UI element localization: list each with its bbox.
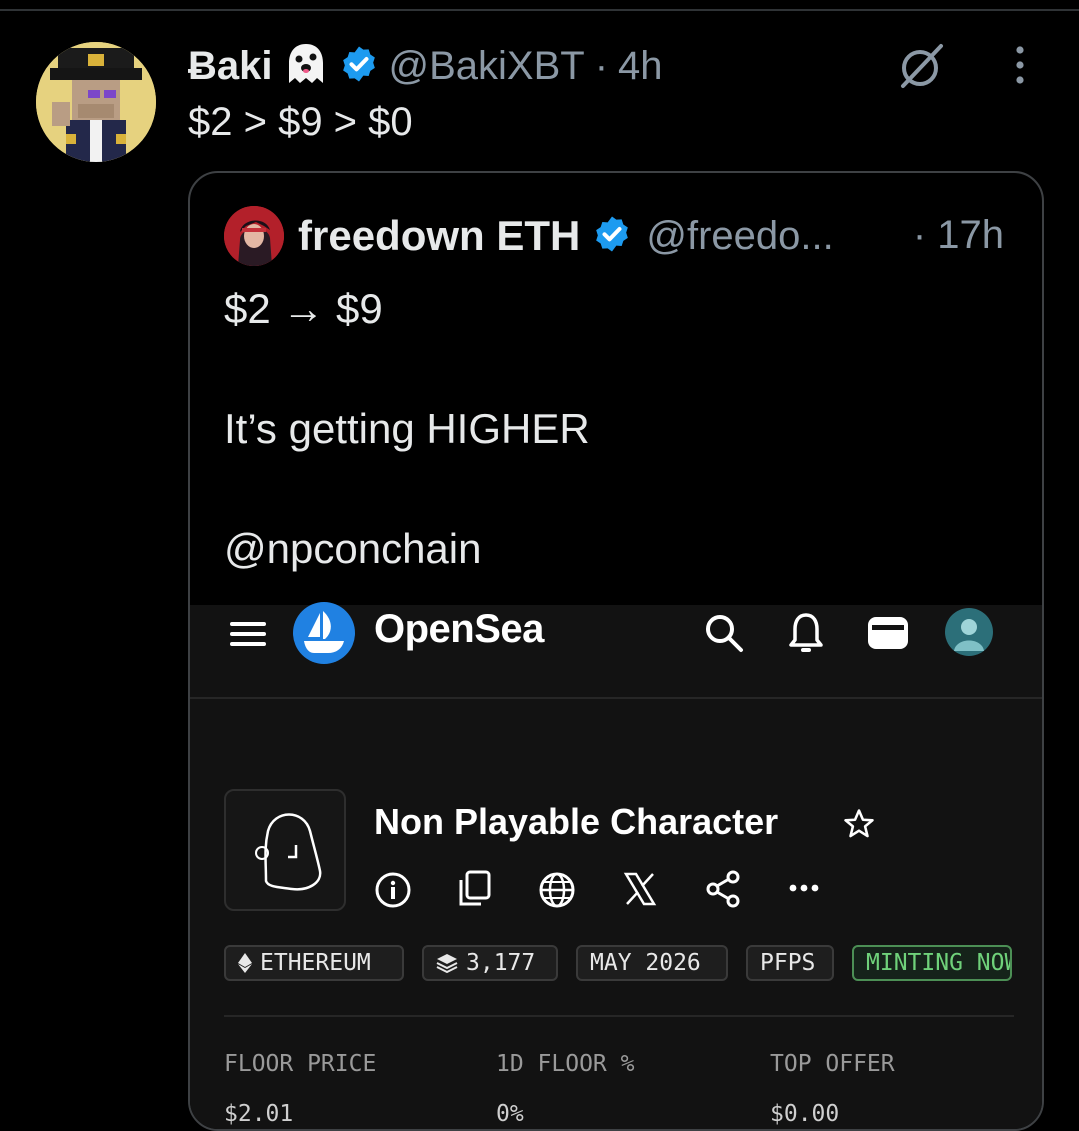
author-handle[interactable]: @BakiXBT (389, 44, 585, 89)
star-icon (844, 809, 874, 838)
info-icon (375, 872, 411, 908)
verified-badge-icon (339, 44, 379, 89)
floor-price-label: FLOOR PRICE (224, 1051, 377, 1077)
layers-icon (436, 954, 458, 974)
quoted-media-image[interactable]: OpenSea Non Playable Character ETHEREUM … (190, 602, 1042, 1129)
items-count-chip-label: 3,177 (466, 950, 536, 976)
stats-divider (224, 1015, 1014, 1017)
date-chip: MAY 2026 (576, 945, 728, 981)
hamburger-menu-icon (230, 622, 266, 646)
quoted-tweet-header: freedown ETH @freedo... (224, 205, 834, 267)
quoted-mention[interactable]: @npconchain (224, 525, 481, 573)
quoted-text-line-2: It’s getting HIGHER (224, 405, 590, 452)
x-logo-icon (623, 872, 657, 906)
minting-status-chip: MINTING NOW (852, 945, 1012, 981)
date-chip-label: MAY 2026 (590, 950, 701, 976)
floor-price-value: $2.01 (224, 1101, 294, 1127)
grok-icon[interactable] (893, 38, 949, 94)
quoted-text-line-1: $2 → $9 (224, 285, 383, 332)
opensea-brand: OpenSea (374, 607, 544, 651)
more-horizontal-icon (789, 884, 819, 892)
quoted-tweet-card[interactable]: freedown ETH @freedo... · 17h $2 → $9 It… (188, 171, 1044, 1131)
top-divider (0, 9, 1079, 11)
author-display-name[interactable]: Ƀaki (188, 44, 273, 89)
collection-title: Non Playable Character (374, 801, 779, 842)
chain-chip-label: ETHEREUM (260, 950, 371, 976)
copy-icon (459, 870, 491, 906)
quoted-handle[interactable]: @freedo... (646, 214, 833, 259)
top-offer-label: TOP OFFER (770, 1051, 895, 1077)
floor-change-value: 0% (496, 1101, 524, 1127)
top-offer-value: $0.00 (770, 1101, 840, 1127)
ethereum-icon (238, 953, 252, 973)
category-chip-label: PFPS (760, 950, 816, 976)
quoted-author-avatar[interactable] (224, 206, 284, 266)
chain-chip: ETHEREUM (224, 945, 404, 981)
share-icon (706, 870, 740, 908)
search-icon (706, 615, 743, 652)
tweet-time[interactable]: 4h (618, 44, 663, 89)
ghost-emoji-icon (283, 41, 329, 92)
quoted-time[interactable]: · 17h (913, 213, 1004, 258)
header-separator: · (594, 43, 609, 88)
collection-logo (224, 789, 346, 911)
category-chip: PFPS (746, 945, 834, 981)
user-avatar-icon (945, 608, 993, 656)
globe-icon (539, 872, 575, 908)
opensea-nav-bar: OpenSea (190, 602, 1042, 699)
items-count-chip: 3,177 (422, 945, 558, 981)
floor-change-label: 1D FLOOR % (496, 1051, 635, 1077)
tweet-text: $2 > $9 > $0 (188, 100, 413, 144)
quoted-verified-badge-icon (592, 214, 632, 259)
notification-bell-icon (789, 613, 823, 652)
opensea-logo-icon (293, 602, 355, 664)
more-options-icon[interactable] (1004, 44, 1036, 88)
author-avatar[interactable] (36, 42, 156, 162)
tweet-header: Ƀaki @BakiXBT · 4h (188, 40, 663, 92)
minting-status-chip-label: MINTING NOW (866, 950, 1012, 976)
wallet-icon (868, 617, 908, 649)
quoted-display-name[interactable]: freedown ETH (298, 212, 580, 260)
